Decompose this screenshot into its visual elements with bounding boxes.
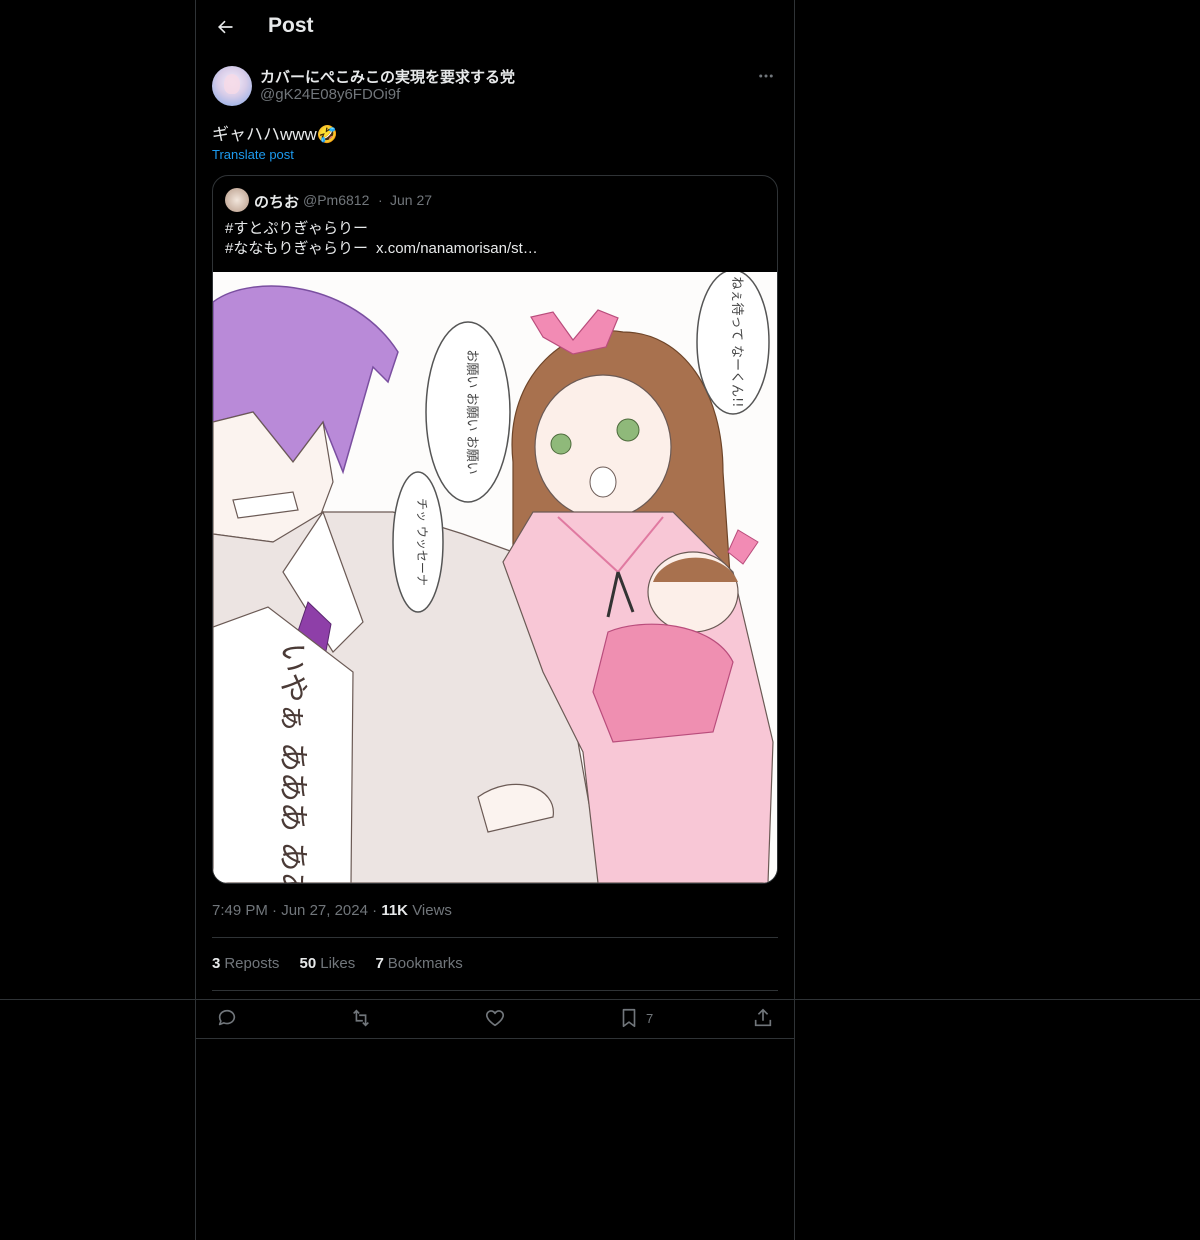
- post-date[interactable]: Jun 27, 2024: [281, 902, 368, 919]
- page-header: Post: [196, 0, 794, 54]
- divider: [212, 937, 778, 938]
- action-bar: 7: [196, 1000, 794, 1037]
- divider: [212, 990, 778, 991]
- bookmarks-label: Bookmarks: [387, 955, 463, 972]
- reply-button[interactable]: [216, 1004, 238, 1032]
- author-handle[interactable]: @gK24E08y6FDOi9f: [260, 86, 400, 103]
- more-options-button[interactable]: [754, 64, 778, 88]
- primary-column: Post カバーにぺこみこの実現を要求する党 @gK24E08y6FDOi9f …: [195, 0, 795, 1240]
- post-time[interactable]: 7:49 PM: [212, 902, 268, 919]
- quoted-date: Jun 27: [390, 192, 433, 208]
- like-button[interactable]: [484, 1004, 506, 1032]
- bookmark-count: 7: [646, 1010, 654, 1026]
- heart-icon: [484, 1007, 506, 1029]
- quoted-display-name: のちお: [254, 194, 300, 211]
- quoted-separator: ·: [378, 192, 383, 208]
- quoted-post[interactable]: のちお @Pm6812 · Jun 27 #すとぷりぎゃらりー #ななもりぎゃら…: [212, 175, 778, 884]
- reposts-label: Reposts: [224, 955, 280, 972]
- repost-icon: [350, 1007, 372, 1029]
- translate-post-link[interactable]: Translate post: [212, 147, 294, 162]
- quoted-link[interactable]: x.com/nanamorisan/st…: [376, 240, 538, 257]
- post-timestamp: 7:49 PM · Jun 27, 2024 · 11K Views: [212, 902, 452, 919]
- bookmarks-count: 7: [375, 955, 384, 972]
- illustration-scream: いやぁ あああ ああ: [275, 642, 310, 883]
- quoted-hashtag-nanamori[interactable]: #ななもりぎゃらりー: [225, 240, 368, 257]
- views-label: Views: [412, 902, 452, 919]
- reposts-count: 3: [212, 955, 221, 972]
- horizontal-rule: [195, 1038, 795, 1039]
- bookmark-button[interactable]: 7: [618, 1004, 653, 1032]
- likes-label: Likes: [320, 955, 356, 972]
- repost-button[interactable]: [350, 1004, 372, 1032]
- illustration-speech-3: チッ ウッセーナ: [415, 498, 429, 586]
- more-dots-icon: [757, 67, 775, 85]
- quoted-avatar: [225, 188, 249, 212]
- bookmarks-stat[interactable]: 7 Bookmarks: [375, 955, 462, 972]
- author-display-name[interactable]: カバーにぺこみこの実現を要求する党: [260, 66, 515, 87]
- bookmark-icon: [618, 1007, 640, 1029]
- reposts-stat[interactable]: 3 Reposts: [212, 955, 279, 972]
- avatar[interactable]: [212, 66, 252, 106]
- illustration-speech-2: ねぇ待って なーくん!!: [729, 277, 744, 408]
- views-count: 11K: [381, 902, 409, 919]
- post-text: ギャハハwww🤣: [212, 125, 338, 144]
- arrow-left-icon: [215, 17, 235, 37]
- illustration-speech-1: お願い お願い お願い: [464, 349, 479, 474]
- back-button[interactable]: [208, 10, 242, 44]
- quoted-handle: @Pm6812: [303, 192, 370, 208]
- page-title: Post: [268, 14, 314, 37]
- quoted-hashtag-sutopuri[interactable]: #すとぷりぎゃらりー: [225, 217, 368, 238]
- post-author: カバーにぺこみこの実現を要求する党 @gK24E08y6FDOi9f: [212, 64, 778, 108]
- likes-count: 50: [299, 955, 317, 972]
- quoted-text-line2: #ななもりぎゃらりー x.com/nanamorisan/st…: [225, 237, 538, 258]
- quoted-illustration[interactable]: お願い お願い お願い ねぇ待って なーくん!! チッ ウッセーナ いやぁ ああ…: [213, 272, 777, 883]
- share-icon: [752, 1007, 774, 1029]
- post-stats: 3 Reposts 50 Likes 7 Bookmarks: [212, 955, 479, 972]
- likes-stat[interactable]: 50 Likes: [300, 955, 356, 972]
- reply-icon: [216, 1007, 238, 1029]
- horizontal-rule: [0, 999, 1200, 1000]
- share-button[interactable]: [752, 1004, 774, 1032]
